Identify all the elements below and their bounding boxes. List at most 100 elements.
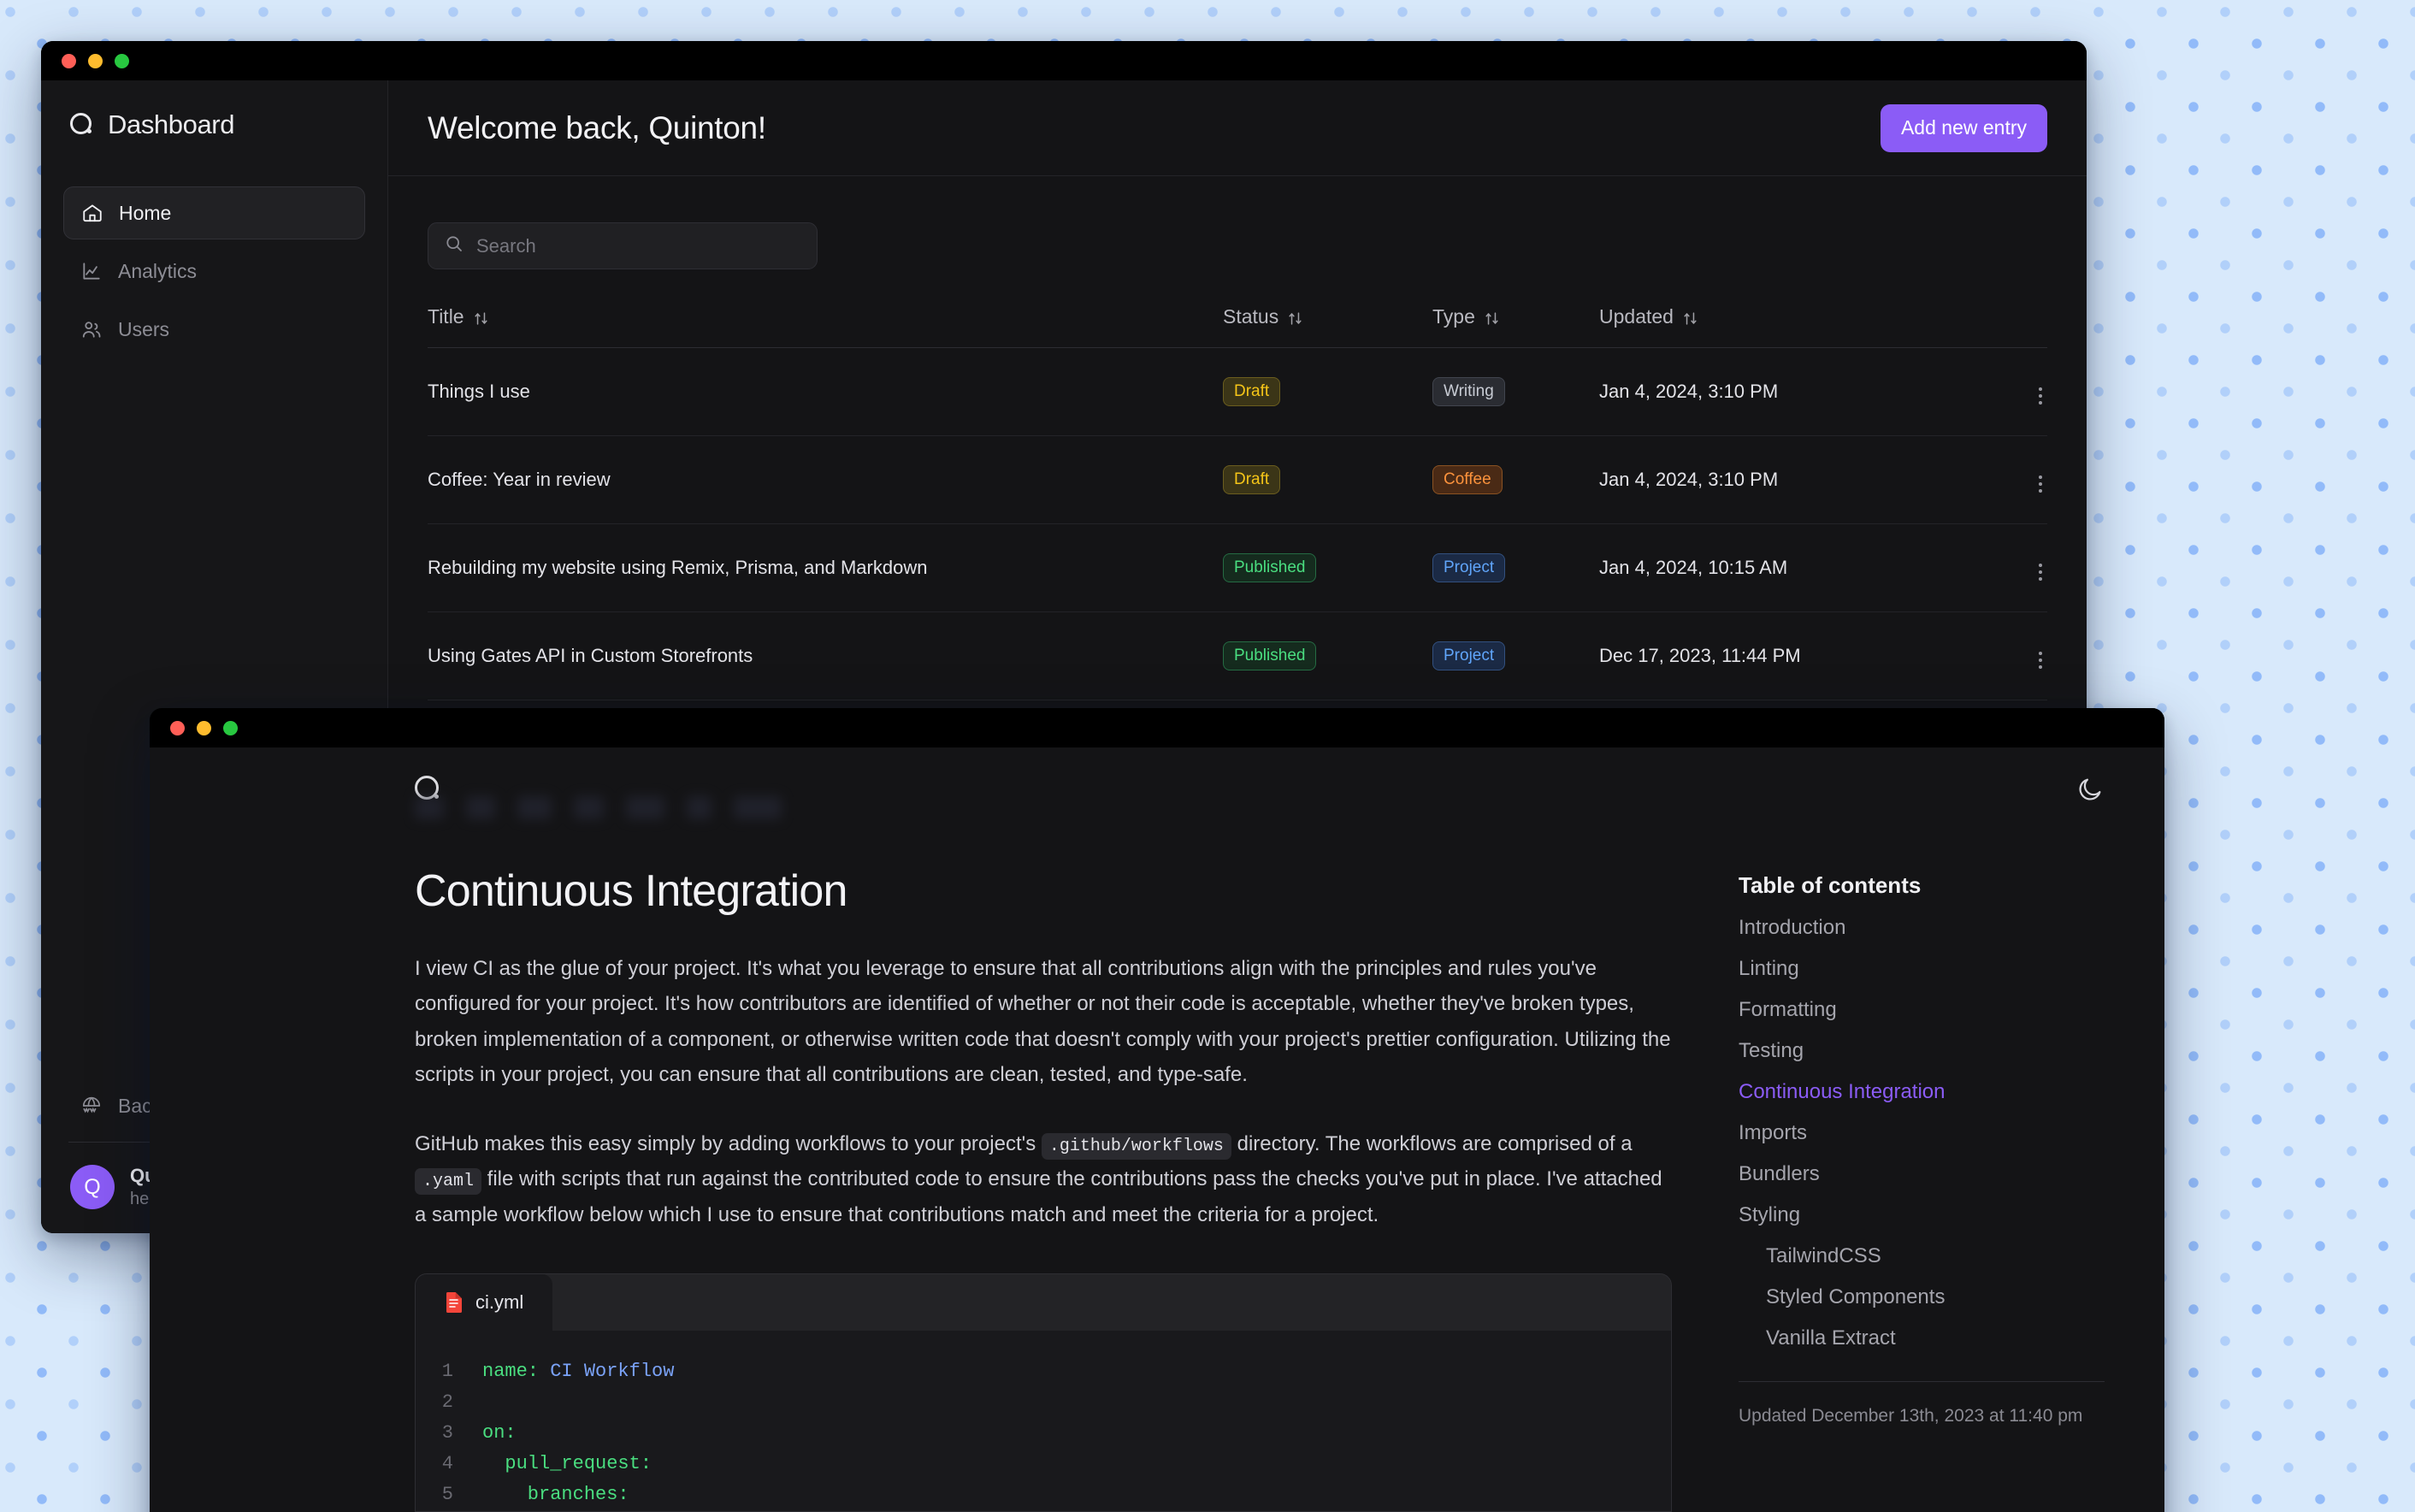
code-line-text: on: bbox=[482, 1422, 517, 1444]
cell-updated: Jan 4, 2024, 10:15 AM bbox=[1599, 523, 1996, 612]
article-main: Continuous Integration I view CI as the … bbox=[415, 865, 1672, 1512]
row-actions-menu-icon[interactable] bbox=[2034, 382, 2047, 410]
moon-icon[interactable] bbox=[2075, 775, 2105, 804]
sort-icon bbox=[1287, 309, 1303, 325]
sidebar-item-analytics[interactable]: Analytics bbox=[63, 245, 365, 298]
toc-link[interactable]: Testing bbox=[1739, 1039, 2105, 1063]
cell-status: Published bbox=[1223, 611, 1432, 700]
cell-status: Draft bbox=[1223, 435, 1432, 524]
toc-updated-timestamp: Updated December 13th, 2023 at 11:40 pm bbox=[1739, 1406, 2083, 1426]
toc-link[interactable]: Introduction bbox=[1739, 916, 2105, 940]
table-row[interactable]: Coffee: Year in review Draft Coffee Jan 4, … bbox=[428, 435, 2047, 524]
maximize-window-button[interactable] bbox=[115, 53, 129, 68]
toc-link[interactable]: Linting bbox=[1739, 957, 2105, 981]
close-window-button[interactable] bbox=[62, 53, 76, 68]
site-nav[interactable] bbox=[415, 796, 782, 819]
toc-link[interactable]: Continuous Integration bbox=[1739, 1080, 2105, 1104]
site-nav-item[interactable] bbox=[686, 796, 712, 819]
circle-dot-logo-icon bbox=[70, 112, 96, 138]
cell-updated: Jan 4, 2024, 3:10 PM bbox=[1599, 347, 1996, 436]
status-badge: Draft bbox=[1223, 464, 1281, 495]
chart-line-icon bbox=[80, 260, 103, 282]
column-header-status[interactable]: Status bbox=[1223, 305, 1432, 348]
row-actions-menu-icon[interactable] bbox=[2034, 558, 2047, 586]
code-line-number: 2 bbox=[441, 1391, 453, 1414]
cell-title[interactable]: Using Gates API in Custom Storefronts bbox=[428, 611, 1223, 700]
paragraph-text: GitHub makes this easy simply by adding … bbox=[415, 1132, 1042, 1156]
site-nav-item[interactable] bbox=[625, 796, 664, 819]
row-actions-menu-icon[interactable] bbox=[2034, 647, 2047, 674]
site-nav-item[interactable] bbox=[466, 796, 496, 819]
toc-divider bbox=[1739, 1381, 2105, 1382]
code-tabs: ci.yml bbox=[416, 1274, 1671, 1332]
cell-type: Coffee bbox=[1432, 435, 1599, 524]
site-nav-item[interactable] bbox=[574, 796, 604, 819]
cell-updated: Jan 4, 2024, 3:10 PM bbox=[1599, 435, 1996, 524]
row-actions-menu-icon[interactable] bbox=[2034, 470, 2047, 498]
column-header-title[interactable]: Title bbox=[428, 305, 1223, 348]
code-line: 1 name: CI Workflow bbox=[416, 1356, 1671, 1387]
cell-title[interactable]: Rebuilding my website using Remix, Prism… bbox=[428, 523, 1223, 612]
table-header-row: Title Status Type Updated bbox=[428, 305, 2047, 348]
toc-link[interactable]: Vanilla Extract bbox=[1766, 1326, 2105, 1350]
cell-menu[interactable] bbox=[1996, 523, 2047, 612]
status-badge: Draft bbox=[1223, 376, 1281, 407]
toc-link[interactable]: Styling bbox=[1739, 1203, 2105, 1227]
column-header-type[interactable]: Type bbox=[1432, 305, 1599, 348]
cell-menu[interactable] bbox=[1996, 435, 2047, 524]
table-row[interactable]: Using Gates API in Custom Storefronts Pub… bbox=[428, 611, 2047, 700]
sidebar-item-label: Home bbox=[119, 201, 172, 224]
status-badge: Published bbox=[1223, 552, 1317, 583]
code-line: 2 bbox=[416, 1387, 1671, 1418]
add-new-entry-button[interactable]: Add new entry bbox=[1880, 103, 2047, 152]
cell-status: Draft bbox=[1223, 347, 1432, 436]
minimize-window-button[interactable] bbox=[197, 720, 211, 735]
code-area[interactable]: 1 name: CI Workflow 2 3 on: 4 pull_request: 5… bbox=[416, 1331, 1671, 1511]
close-window-button[interactable] bbox=[170, 720, 185, 735]
toc-link[interactable]: Bundlers bbox=[1739, 1162, 2105, 1186]
toc-link[interactable]: Styled Components bbox=[1766, 1285, 2105, 1309]
code-line-text: pull_request: bbox=[482, 1453, 652, 1475]
sidebar-item-home[interactable]: Home bbox=[63, 186, 365, 239]
code-line-text: name: CI Workflow bbox=[482, 1361, 675, 1383]
column-header-label: Status bbox=[1223, 305, 1279, 328]
column-header-updated[interactable]: Updated bbox=[1599, 305, 2047, 348]
search-input[interactable] bbox=[476, 234, 801, 257]
dashboard-header: Welcome back, Quinton! Add new entry bbox=[388, 80, 2087, 176]
cell-title[interactable]: Coffee: Year in review bbox=[428, 435, 1223, 524]
users-icon bbox=[80, 318, 103, 340]
sidebar-item-label: Analytics bbox=[118, 259, 198, 282]
minimize-window-button[interactable] bbox=[88, 53, 103, 68]
cell-menu[interactable] bbox=[1996, 347, 2047, 436]
site-nav-item[interactable] bbox=[415, 796, 445, 819]
page-title: Welcome back, Quinton! bbox=[428, 109, 766, 145]
code-tab-ci-yml[interactable]: ci.yml bbox=[416, 1274, 553, 1332]
cell-title[interactable]: Things I use bbox=[428, 347, 1223, 436]
paragraph-text: file with scripts that run against the c… bbox=[415, 1167, 1662, 1226]
site-header bbox=[150, 747, 2164, 831]
code-line: 3 on: bbox=[416, 1418, 1671, 1449]
maximize-window-button[interactable] bbox=[223, 720, 238, 735]
article-window[interactable]: Continuous Integration I view CI as the … bbox=[150, 708, 2164, 1512]
inline-code-yaml: .yaml bbox=[415, 1168, 482, 1196]
article-titlebar[interactable] bbox=[150, 708, 2164, 747]
globe-www-icon bbox=[80, 1095, 103, 1117]
search-box[interactable] bbox=[428, 222, 818, 269]
toc-link[interactable]: Formatting bbox=[1739, 998, 2105, 1022]
type-badge: Writing bbox=[1432, 376, 1505, 407]
type-badge: Project bbox=[1432, 552, 1506, 583]
cell-updated: Dec 17, 2023, 11:44 PM bbox=[1599, 611, 1996, 700]
site-nav-item[interactable] bbox=[733, 796, 782, 819]
brand[interactable]: Dashboard bbox=[63, 80, 365, 140]
sidebar-item-users[interactable]: Users bbox=[63, 303, 365, 356]
article-columns: Continuous Integration I view CI as the … bbox=[150, 831, 2164, 1512]
home-icon bbox=[81, 202, 103, 224]
toc-link[interactable]: TailwindCSS bbox=[1766, 1244, 2105, 1268]
site-nav-item[interactable] bbox=[517, 796, 552, 819]
table-row[interactable]: Rebuilding my website using Remix, Prism… bbox=[428, 523, 2047, 612]
table-row[interactable]: Things I use Draft Writing Jan 4, 2024, 3:1… bbox=[428, 347, 2047, 436]
dashboard-titlebar[interactable] bbox=[41, 41, 2087, 80]
cell-menu[interactable] bbox=[1996, 611, 2047, 700]
toc-link[interactable]: Imports bbox=[1739, 1121, 2105, 1145]
